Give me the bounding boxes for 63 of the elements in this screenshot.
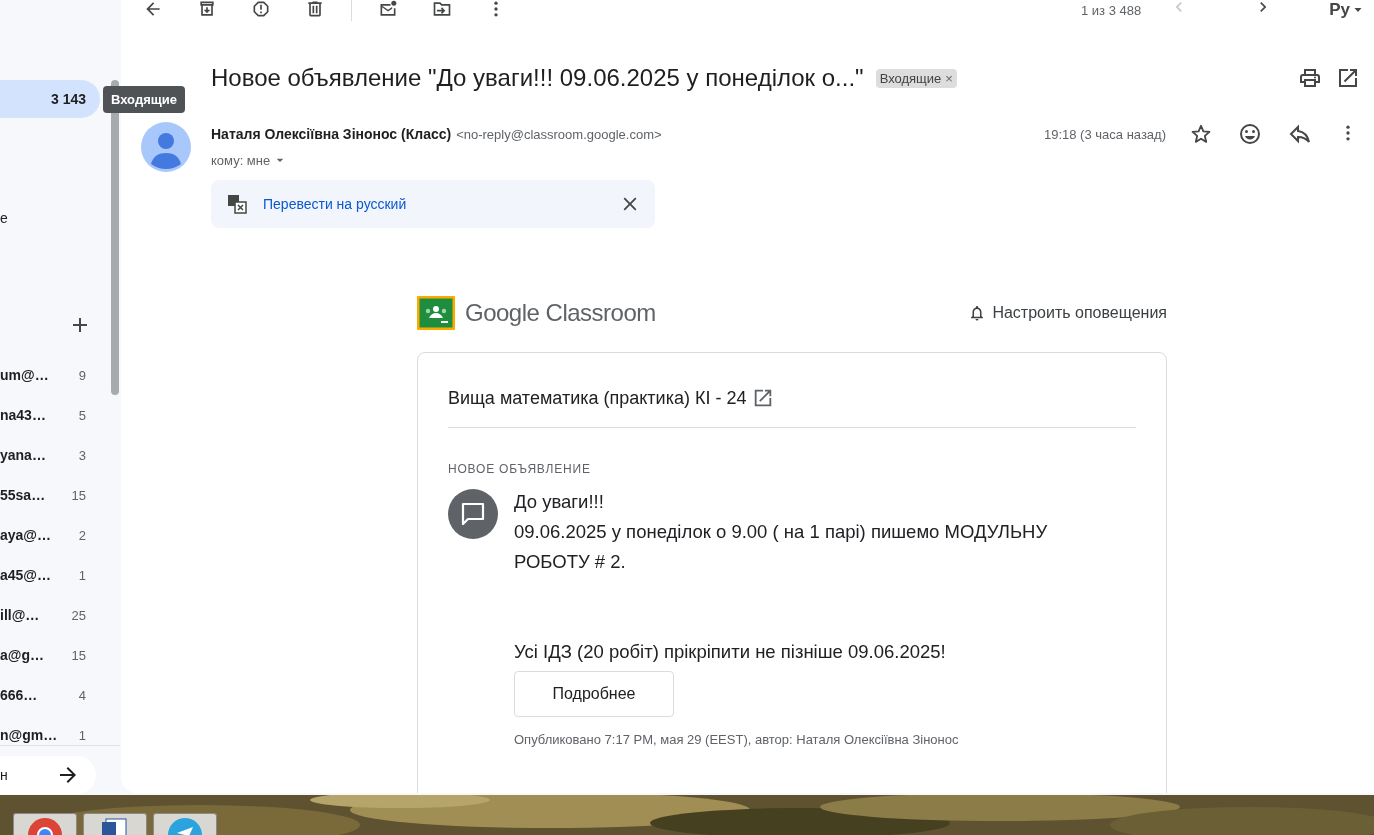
label-name[interactable]: aya@… — [0, 527, 51, 543]
brand-name: Google Classroom — [465, 299, 657, 327]
unread-count: 25 — [71, 607, 86, 623]
unread-count: 9 — [78, 367, 86, 383]
avatar-icon — [141, 122, 191, 172]
label-name[interactable]: yana… — [0, 447, 46, 463]
taskbar-button[interactable] — [83, 813, 147, 835]
label-name[interactable]: na43… — [0, 407, 46, 423]
document-app-icon — [100, 817, 130, 835]
label-name[interactable]: ill@… — [0, 607, 40, 623]
print-icon[interactable] — [1298, 66, 1322, 90]
taskbar-button[interactable] — [153, 813, 217, 835]
label-name[interactable]: um@… — [0, 367, 49, 383]
star-icon[interactable] — [1190, 123, 1212, 145]
unread-count: 1 — [78, 727, 86, 743]
taskbar-button[interactable] — [13, 813, 77, 835]
input-tool-button[interactable]: Ру — [1329, 0, 1364, 20]
open-in-new-window-icon[interactable] — [1336, 66, 1360, 90]
unread-count: 3 143 — [50, 91, 86, 107]
remove-label-button[interactable]: × — [945, 70, 953, 86]
unread-count: 1 — [78, 567, 86, 583]
round-app-icon — [27, 817, 63, 835]
sidebar-item[interactable]: е — [0, 199, 100, 237]
report-icon[interactable] — [251, 0, 271, 19]
course-title[interactable]: Вища математика (практика) КІ - 24 — [448, 387, 747, 409]
label-chip[interactable]: Входящие × — [875, 68, 957, 88]
comment-icon — [448, 489, 498, 539]
unread-count: 2 — [78, 527, 86, 543]
input-field[interactable]: н — [0, 756, 96, 794]
notification-settings-link[interactable]: Настроить оповещения — [968, 304, 1167, 322]
sidebar-item[interactable]: 3 143 — [0, 80, 100, 118]
unread-count: 4 — [78, 687, 86, 703]
translate-link[interactable]: Перевести на русский — [263, 196, 605, 212]
message-time: 19:18 (3 часа назад) — [1043, 126, 1166, 142]
unread-count: 15 — [71, 487, 86, 503]
recipient-dropdown[interactable]: кому: мне — [211, 152, 1374, 168]
folder-label: е — [0, 210, 8, 226]
label-name[interactable]: 55sa… — [0, 487, 46, 503]
trash-icon[interactable] — [305, 0, 325, 19]
label-name[interactable]: 666… — [0, 687, 38, 703]
folder-move-icon[interactable] — [432, 0, 452, 19]
tooltip: Входящие — [103, 86, 185, 113]
unread-count: 15 — [71, 647, 86, 663]
reply-icon[interactable] — [1288, 122, 1312, 146]
label-name[interactable]: a@g… — [0, 647, 44, 663]
unread-count: 5 — [78, 407, 86, 423]
smiley-icon[interactable] — [1238, 122, 1262, 146]
section-heading: НОВОЕ ОБЪЯВЛЕНИЕ — [448, 462, 592, 476]
unread-count: 3 — [78, 447, 86, 463]
sender-email: <no-reply@classroom.google.com> — [456, 126, 662, 142]
announcement-text: До уваги!!! 09.06.2025 у понеділок о 9.00 ( на 1 парі) пишемо МОДУЛЬНУ РОБОТУ # 2. Усі ІДЗ (20 робіт) прікріпити не пізніше 09.06.2025! — [514, 490, 1049, 664]
classroom-logo-icon — [417, 296, 455, 330]
details-button[interactable]: Подробнее — [514, 671, 674, 717]
archive-icon[interactable] — [197, 0, 217, 19]
translate-icon[interactable] — [225, 192, 249, 216]
email-subject: Новое объявление "До уваги!!! 09.06.2025 у понеділок о..." — [211, 64, 864, 92]
label-name[interactable]: a45@… — [0, 567, 51, 583]
label-name[interactable]: n@gm… — [0, 727, 58, 743]
envelope-icon[interactable] — [378, 0, 398, 19]
published-info: Опубликовано 7:17 PM, мая 29 (EEST), автор: Наталя Олексіївна Зінонос — [514, 732, 960, 747]
sender-name: Наталя Олексіївна Зінонос (Класс) — [211, 126, 452, 142]
paper-plane-app-icon — [167, 817, 203, 835]
pagination-text: 1 из 3 488 — [1081, 2, 1142, 18]
